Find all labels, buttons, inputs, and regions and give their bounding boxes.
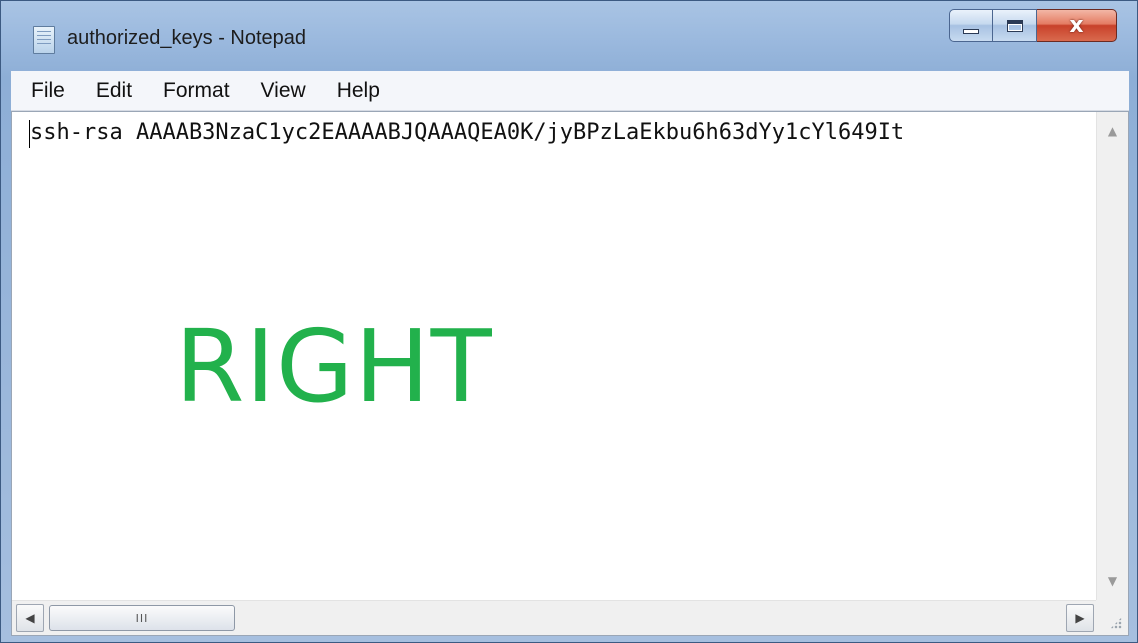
menu-file[interactable]: File	[29, 77, 67, 105]
scroll-left-arrow-icon[interactable]: ◀	[16, 604, 44, 632]
close-icon: x	[1069, 13, 1084, 38]
menu-bar: File Edit Format View Help	[11, 71, 1129, 111]
menu-edit[interactable]: Edit	[94, 77, 134, 105]
overlay-label-right: RIGHT	[175, 308, 493, 425]
maximize-button[interactable]	[993, 9, 1037, 42]
notepad-window: authorized_keys - Notepad x File Edit Fo…	[0, 0, 1138, 643]
horizontal-scroll-thumb[interactable]: III	[49, 605, 235, 631]
scroll-down-arrow-icon[interactable]: ▼	[1097, 566, 1128, 596]
text-editor-area[interactable]: ssh-rsa AAAAB3NzaC1yc2EAAAABJQAAAQEA0K/j…	[11, 111, 1129, 636]
close-button[interactable]: x	[1037, 9, 1117, 42]
resize-grip-icon[interactable]	[1096, 600, 1128, 635]
vertical-scrollbar[interactable]: ▲ ▼	[1096, 112, 1128, 600]
notepad-icon[interactable]	[33, 26, 55, 54]
menu-help[interactable]: Help	[335, 77, 382, 105]
text-line-1[interactable]: ssh-rsa AAAAB3NzaC1yc2EAAAABJQAAAQEA0K/j…	[30, 120, 1090, 150]
caption-buttons: x	[949, 9, 1117, 43]
menu-view[interactable]: View	[259, 77, 308, 105]
minimize-button[interactable]	[949, 9, 993, 42]
scroll-right-arrow-icon[interactable]: ▶	[1066, 604, 1094, 632]
scroll-up-arrow-icon[interactable]: ▲	[1097, 116, 1128, 146]
horizontal-scrollbar[interactable]: ◀ III ▶	[12, 600, 1098, 635]
title-bar[interactable]: authorized_keys - Notepad x	[1, 1, 1137, 71]
minimize-icon	[963, 29, 979, 34]
maximize-icon	[1006, 19, 1023, 32]
menu-format[interactable]: Format	[161, 77, 232, 105]
window-title: authorized_keys - Notepad	[67, 27, 307, 49]
